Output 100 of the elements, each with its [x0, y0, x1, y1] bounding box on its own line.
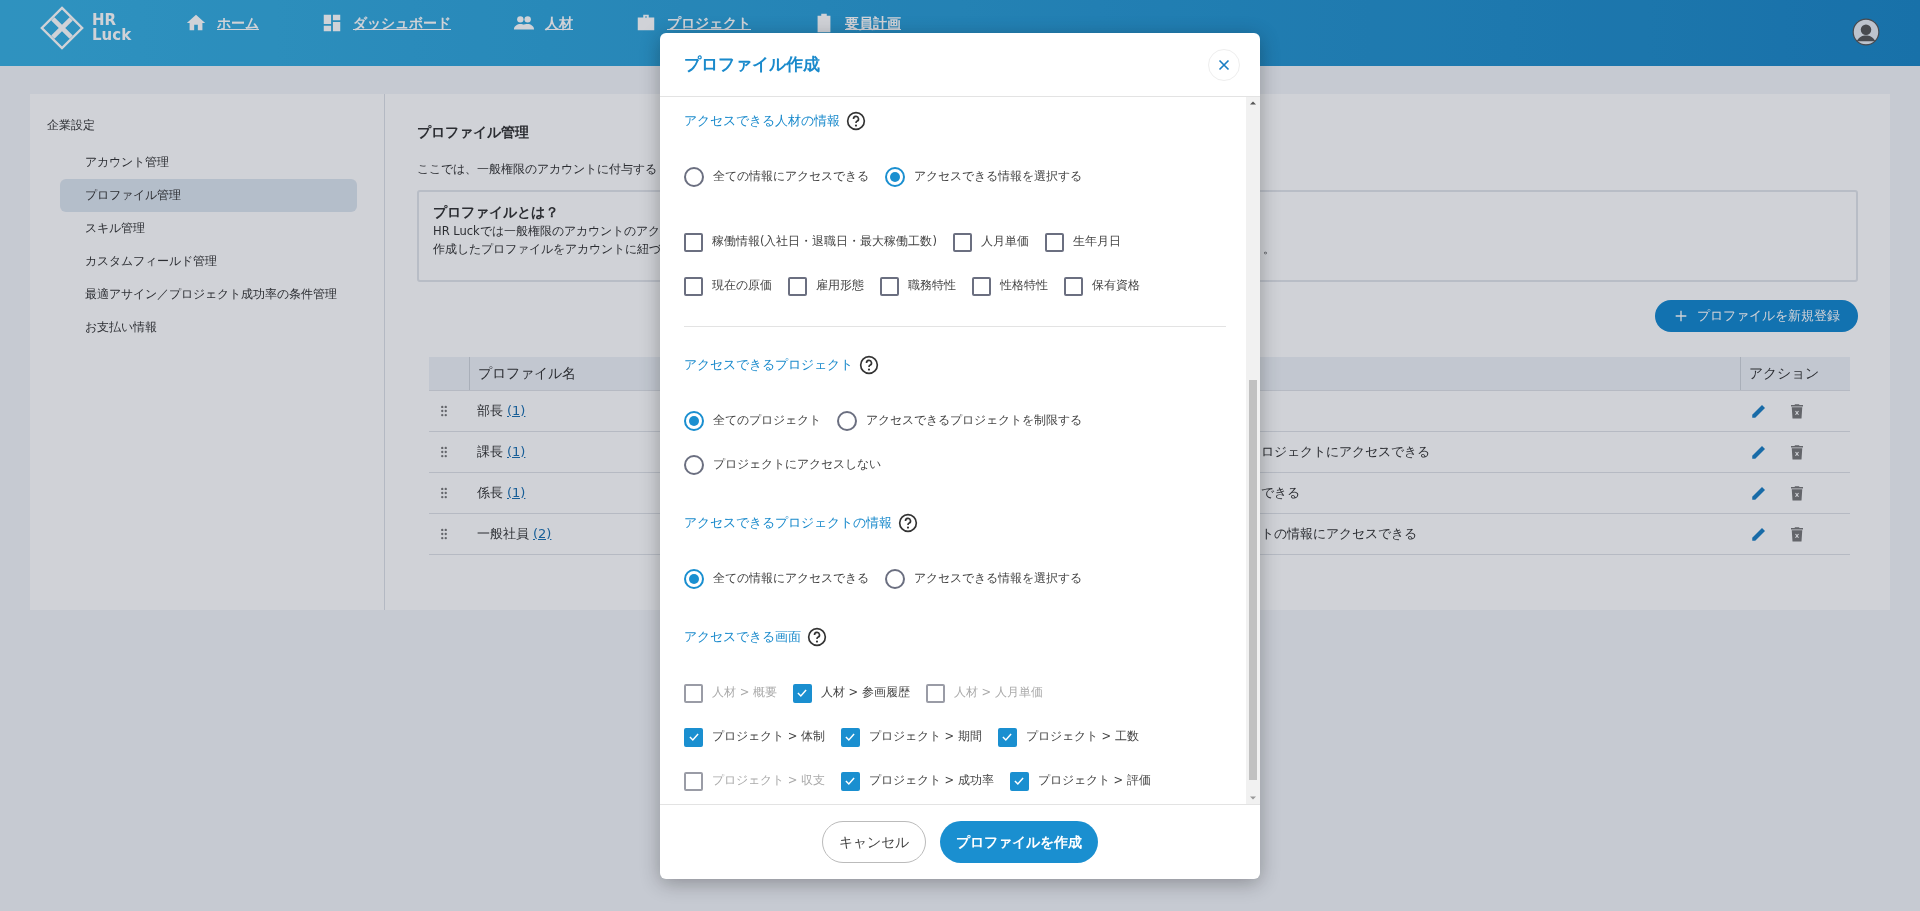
avatar-icon[interactable] — [1852, 18, 1880, 46]
checkbox[interactable] — [1045, 232, 1064, 252]
member-count-link[interactable]: (1) — [507, 483, 526, 503]
table-cell: できる — [1261, 485, 1300, 500]
checkbox-option[interactable]: 性格特性 — [972, 276, 1048, 296]
trash-icon[interactable] — [1788, 442, 1806, 461]
option-label: プロジェクト > 体制 — [712, 728, 825, 746]
trash-icon[interactable] — [1788, 401, 1806, 420]
checkbox-option[interactable]: 生年月日 — [1045, 232, 1121, 252]
option-label: プロジェクト > 収支 — [712, 772, 825, 790]
close-button[interactable] — [1208, 48, 1240, 81]
sidebar-title: 企業設定 — [47, 117, 96, 134]
checkbox[interactable] — [1064, 276, 1083, 296]
checkbox[interactable] — [840, 771, 860, 791]
checkbox[interactable] — [972, 276, 991, 296]
logo-text: HR Luck — [92, 13, 132, 43]
help-icon[interactable] — [807, 627, 827, 647]
radio-button[interactable] — [684, 167, 704, 187]
radio-button[interactable] — [684, 455, 704, 475]
scrollbar[interactable] — [1246, 97, 1260, 804]
option-label: 生年月日 — [1073, 233, 1121, 251]
radio-option[interactable]: アクセスできる情報を選択する — [885, 167, 1082, 187]
member-count-link[interactable]: (1) — [507, 442, 526, 462]
sidebar-item[interactable]: カスタムフィールド管理 — [60, 245, 357, 278]
sidebar-item[interactable]: 最適アサイン／プロジェクト成功率の条件管理 — [60, 278, 357, 311]
option-label: プロジェクト > 成功率 — [868, 772, 994, 790]
info-text: HR Luckでは一般権限のアカウントのアク — [433, 223, 660, 241]
logo-icon — [40, 6, 84, 50]
checkbox[interactable] — [997, 727, 1017, 747]
profile-name: 係長 — [477, 484, 503, 502]
checkbox-option[interactable]: プロジェクト > 体制 — [684, 727, 825, 747]
checkbox-option[interactable]: プロジェクト > 期間 — [840, 727, 982, 747]
member-count-link[interactable]: (2) — [533, 524, 552, 544]
option-label: プロジェクト > 工数 — [1025, 728, 1139, 746]
radio-button[interactable] — [885, 569, 905, 589]
checkbox[interactable] — [792, 683, 812, 703]
checkbox-option[interactable]: 人月単価 — [953, 232, 1029, 252]
option-label: 人月単価 — [981, 233, 1029, 251]
info-title: プロファイルとは？ — [433, 203, 560, 223]
option-label: 性格特性 — [1000, 277, 1048, 295]
trash-icon[interactable] — [1788, 483, 1806, 502]
checkbox[interactable] — [880, 276, 899, 296]
checkbox-option[interactable]: 保有資格 — [1064, 276, 1140, 296]
cancel-button[interactable]: キャンセル — [822, 821, 926, 863]
sidebar-item[interactable]: お支払い情報 — [60, 311, 357, 344]
checkbox[interactable] — [788, 276, 807, 296]
profile-name: 課長 — [477, 443, 503, 461]
page-title: プロファイル管理 — [417, 123, 530, 142]
help-icon[interactable] — [846, 111, 866, 131]
create-button[interactable]: プロファイルを作成 — [940, 821, 1098, 863]
radio-button[interactable] — [684, 411, 704, 431]
checkbox[interactable] — [684, 232, 703, 252]
profile-name: 部長 — [477, 402, 503, 420]
checkbox-option[interactable]: 職務特性 — [880, 276, 956, 296]
sidebar-item[interactable]: アカウント管理 — [60, 146, 357, 179]
table-cell: ロジェクトにアクセスできる — [1261, 444, 1430, 459]
section-heading: アクセスできる人材の情報 — [684, 111, 840, 130]
radio-option[interactable]: プロジェクトにアクセスしない — [684, 455, 881, 475]
checkbox[interactable] — [953, 232, 972, 252]
checkbox-option[interactable]: 稼働情報(入社日・退職日・最大稼働工数) — [684, 232, 937, 252]
option-label: アクセスできるプロジェクトを制限する — [866, 412, 1082, 430]
radio-option[interactable]: 全てのプロジェクト — [684, 411, 821, 431]
radio-option[interactable]: 全ての情報にアクセスできる — [684, 569, 869, 589]
option-label: 全ての情報にアクセスできる — [713, 168, 869, 186]
checkbox-option[interactable]: 雇用形態 — [788, 276, 864, 296]
checkbox-option[interactable]: プロジェクト > 評価 — [1009, 771, 1151, 791]
option-label: 人材 > 参画履歴 — [820, 684, 910, 702]
radio-option[interactable]: 全ての情報にアクセスできる — [684, 167, 869, 187]
checkbox[interactable] — [1009, 771, 1029, 791]
trash-icon[interactable] — [1788, 524, 1806, 543]
checkbox-option[interactable]: 現在の原価 — [684, 276, 772, 296]
checkbox-option[interactable]: 人材 > 参画履歴 — [792, 683, 910, 703]
new-profile-button[interactable]: プロファイルを新規登録 — [1655, 300, 1858, 332]
option-label: アクセスできる情報を選択する — [914, 570, 1082, 588]
option-label: プロジェクト > 期間 — [868, 728, 982, 746]
radio-button[interactable] — [837, 411, 857, 431]
radio-button[interactable] — [885, 167, 905, 187]
page-description: ここでは、一般権限のアカウントに付与する — [417, 161, 657, 178]
column-header: アクション — [1740, 356, 1850, 390]
help-icon[interactable] — [859, 355, 879, 375]
checkbox[interactable] — [840, 727, 860, 747]
help-icon[interactable] — [898, 513, 918, 533]
radio-option[interactable]: アクセスできるプロジェクトを制限する — [837, 411, 1082, 431]
profile-name: 一般社員 — [477, 525, 529, 543]
checkbox[interactable] — [684, 727, 703, 747]
radio-button[interactable] — [684, 569, 704, 589]
checkbox[interactable] — [684, 276, 703, 296]
option-label: アクセスできる情報を選択する — [914, 168, 1082, 186]
option-label: 人材 > 人月単価 — [953, 684, 1043, 702]
checkbox-option[interactable]: プロジェクト > 成功率 — [840, 771, 994, 791]
section-heading: アクセスできるプロジェクトの情報 — [684, 513, 892, 532]
option-label: 現在の原価 — [712, 277, 772, 295]
sidebar-item[interactable]: プロファイル管理 — [60, 179, 357, 212]
radio-option[interactable]: アクセスできる情報を選択する — [885, 569, 1082, 589]
option-label: プロジェクトにアクセスしない — [713, 456, 881, 474]
sidebar-item[interactable]: スキル管理 — [60, 212, 357, 245]
checkbox-option[interactable]: プロジェクト > 工数 — [997, 727, 1139, 747]
option-label: 全ての情報にアクセスできる — [713, 570, 869, 588]
table-cell: トの情報にアクセスできる — [1261, 526, 1417, 541]
member-count-link[interactable]: (1) — [507, 401, 526, 421]
